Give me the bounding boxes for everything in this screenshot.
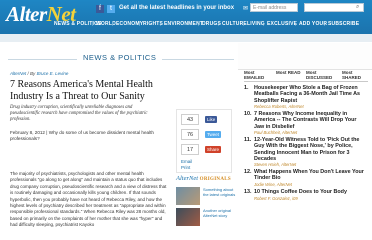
newsletter-email-input[interactable]: E-mail address: [250, 3, 298, 12]
nav-separator: |: [243, 21, 245, 27]
list-item-title[interactable]: What Happens When You Don't Leave Your T…: [254, 169, 368, 182]
list-item-number: 1.: [244, 85, 249, 91]
list-item-title[interactable]: Housekeeper Who Stole a Bag of Frozen Me…: [254, 85, 368, 104]
originals-link[interactable]: Something about the latest originals: [203, 187, 237, 197]
article-dek: Drug industry corruption, scientifically…: [10, 105, 148, 122]
list-item-title[interactable]: 7 Reasons Why Income Inequality in Ameri…: [254, 111, 368, 130]
most-tabs: Most EMAILED Most READ Most DISCUSSED Mo…: [244, 70, 372, 80]
originals-thumbnail[interactable]: [176, 187, 200, 205]
list-item-meta: Steven Hsieh, AlterNet: [254, 162, 297, 167]
list-item-meta: Robert F. Gonzalez, i09: [254, 196, 298, 201]
nav-separator: |: [218, 21, 220, 27]
facebook-like-button[interactable]: Like: [205, 116, 218, 123]
originals-title: AlterNet ORIGINALS: [176, 175, 231, 182]
nav-separator: |: [198, 21, 200, 27]
print-link[interactable]: Print: [181, 165, 190, 171]
social-share-box: 43 Like 76 Tweet 17 Share Email Print: [176, 109, 232, 173]
nav-separator: |: [263, 21, 265, 27]
search-icon[interactable]: ⌕: [356, 4, 359, 11]
sidebar-divider: [244, 81, 368, 82]
byline: AlterNet / By Bruce E. Levine: [10, 71, 68, 76]
alternet-originals: AlterNet ORIGINALS Something about the l…: [176, 175, 237, 226]
list-item-title[interactable]: 12-Year-Old Witness Told to 'Pick Out th…: [254, 137, 368, 162]
nav-separator: |: [295, 21, 297, 27]
main-nav: NEWS & POLITICS | WORLD | ECONOMY | RIGH…: [48, 21, 372, 33]
tab-most-read[interactable]: Most READ: [276, 70, 304, 75]
twitter-icon[interactable]: t: [107, 5, 115, 13]
tweet-button[interactable]: Tweet: [205, 131, 222, 138]
nav-separator: |: [139, 21, 141, 27]
search-input[interactable]: [304, 3, 364, 12]
originals-thumbnail[interactable]: [176, 208, 200, 226]
section-title[interactable]: NEWS & POLITICS: [77, 53, 163, 62]
mail-icon: ✉: [243, 6, 249, 12]
tweet-count: 76: [181, 129, 199, 140]
like-count: 43: [181, 114, 199, 125]
list-item-meta: Rebecca Roberts, AlterNet: [254, 104, 304, 109]
list-item-number: 10.: [244, 111, 252, 117]
share-count: 17: [181, 144, 199, 155]
article-body: The majority of psychiatrists, psycholog…: [10, 171, 167, 228]
list-item-number: 12.: [244, 169, 252, 175]
sidebar-ad-area: [238, 43, 372, 70]
sub-header-strip: [0, 34, 372, 42]
article-headline: 7 Reasons America's Mental Health Indust…: [10, 79, 153, 102]
list-item-meta: Paul Buchheit, AlterNet: [254, 130, 298, 135]
nav-separator: |: [92, 21, 94, 27]
nav-separator: |: [324, 21, 326, 27]
tab-most-shared[interactable]: Most SHARED: [342, 70, 370, 80]
list-item-number: 11.: [244, 137, 252, 143]
nav-separator: |: [160, 21, 162, 27]
nav-subscribe[interactable]: SUBSCRIBE: [328, 21, 359, 27]
article-dateline: February 8, 2012 | Why do some of us bec…: [10, 130, 154, 141]
originals-link[interactable]: Another original AlterNet story: [203, 208, 237, 218]
byline-author[interactable]: Bruce E. Levine: [37, 71, 69, 76]
nav-separator: |: [112, 21, 114, 27]
tab-most-emailed[interactable]: Most EMAILED: [244, 70, 272, 80]
share-button[interactable]: Share: [205, 146, 222, 153]
facebook-icon[interactable]: f: [96, 5, 104, 13]
byline-source[interactable]: AlterNet: [10, 71, 26, 76]
logo-alter-text: Alter: [6, 2, 47, 26]
byline-by: / By: [27, 71, 36, 76]
nav-add-your[interactable]: ADD YOUR: [299, 21, 327, 27]
list-item-title[interactable]: 10 Things Coffee Does to Your Body: [254, 189, 368, 195]
list-item-number: 13.: [244, 189, 252, 195]
nav-news-politics[interactable]: NEWS & POLITICS: [54, 21, 101, 27]
list-item-meta: Jodie Wine, AlterNet: [254, 182, 292, 187]
nav-exclusive[interactable]: EXCLUSIVE: [267, 21, 297, 27]
tab-most-discussed[interactable]: Most DISCUSSED: [306, 70, 334, 80]
newsletter-promo-text: Get all the latest headlines in your inb…: [119, 5, 235, 11]
